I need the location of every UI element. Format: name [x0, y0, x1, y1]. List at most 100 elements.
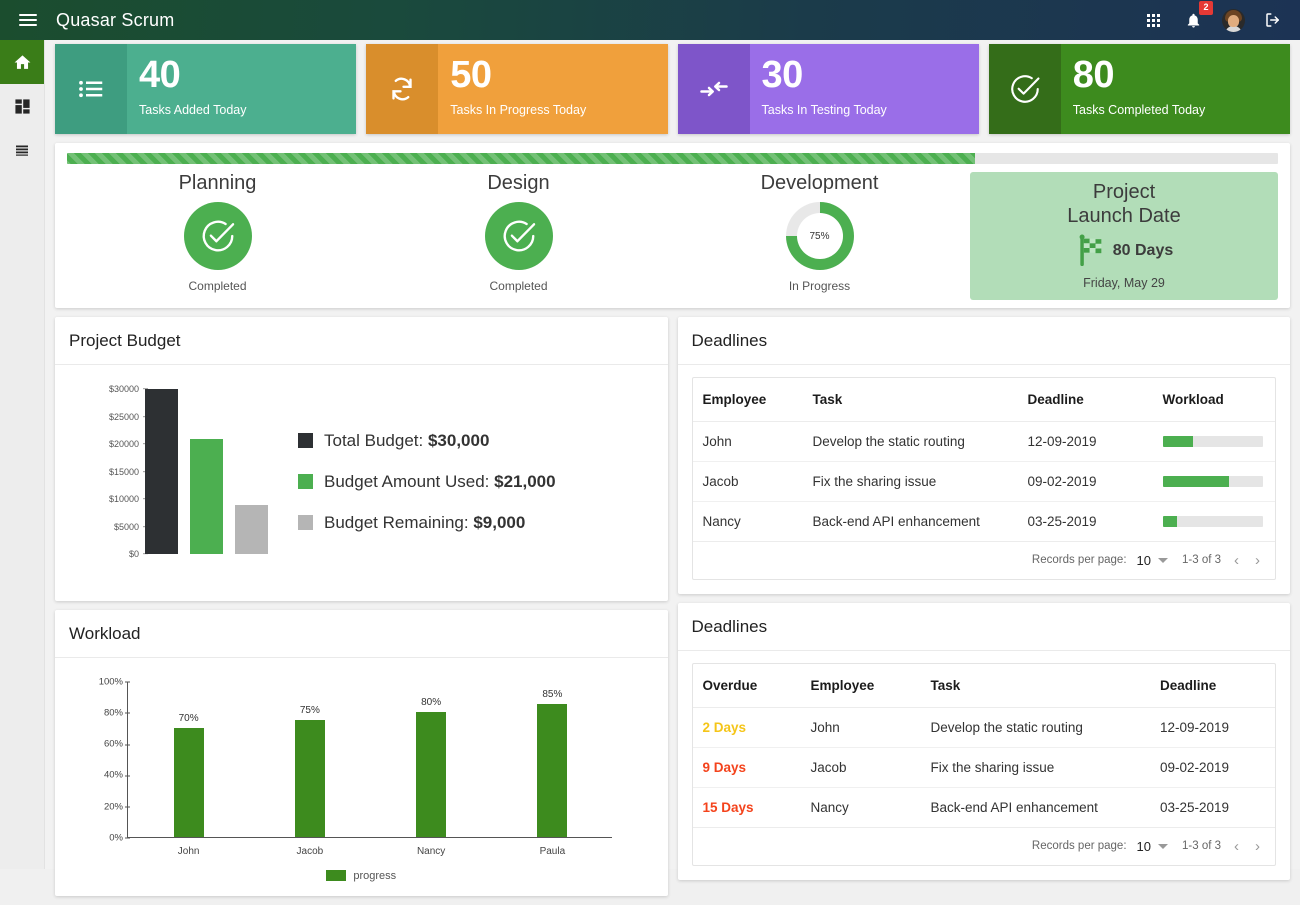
- budget-bar: [235, 504, 268, 555]
- cell-task: Back-end API enhancement: [802, 501, 1018, 542]
- apps-grid-icon: [1146, 13, 1160, 27]
- cell-deadline: 12-09-2019: [1150, 707, 1275, 748]
- sidebar-item-home[interactable]: [0, 40, 44, 84]
- table-row[interactable]: Jacob Fix the sharing issue 09-02-2019: [692, 461, 1275, 502]
- col-deadline[interactable]: Deadline: [1017, 377, 1153, 422]
- deadlines-bottom-table-box: Overdue Employee Task Deadline 2 Days Jo…: [691, 662, 1276, 866]
- sidebar-item-list[interactable]: [0, 128, 44, 172]
- kpi-body: 50 Tasks In Progress Today: [438, 44, 667, 134]
- cell-employee: John: [692, 421, 803, 462]
- col-task[interactable]: Task: [802, 377, 1018, 422]
- kpi-cards: 40 Tasks Added Today 50 Tasks In Progres…: [45, 40, 1300, 134]
- cell-overdue: 9 Days: [692, 747, 801, 788]
- phase-name: Planning: [178, 172, 257, 194]
- apps-grid-button[interactable]: [1140, 7, 1166, 33]
- cell-overdue: 15 Days: [692, 787, 801, 828]
- next-page-button[interactable]: ›: [1252, 552, 1263, 569]
- kpi-card-in-testing[interactable]: 30 Tasks In Testing Today: [677, 44, 979, 134]
- workload-card: Workload 0% 20% 40% 60% 80% 100% 70% 75% 80% 85%…: [55, 609, 668, 896]
- workload-bar-column: 85%: [492, 681, 613, 837]
- legend-text: Budget Remaining: $9,000: [324, 513, 525, 533]
- kpi-body: 30 Tasks In Testing Today: [750, 44, 979, 134]
- kpi-icon-wrap: [366, 44, 439, 134]
- launch-days: 80 Days: [1112, 241, 1174, 259]
- prev-page-button[interactable]: ‹: [1231, 552, 1242, 569]
- budget-y-tick: $30000: [109, 383, 148, 394]
- development-progress-donut: 75%: [785, 202, 854, 270]
- workload-x-label: John: [177, 845, 200, 857]
- table-row[interactable]: 15 Days Nancy Back-end API enhancement 0…: [692, 787, 1275, 828]
- cell-employee: Jacob: [692, 461, 803, 502]
- user-avatar-button[interactable]: [1220, 7, 1246, 33]
- col-employee[interactable]: Employee: [692, 377, 803, 422]
- workload-y-tick: 100%: [89, 676, 130, 687]
- table-header-row: Overdue Employee Task Deadline: [692, 663, 1275, 708]
- col-overdue[interactable]: Overdue: [692, 663, 801, 708]
- pager-range: 1-3 of 3: [1182, 554, 1221, 567]
- kpi-card-tasks-added[interactable]: 40 Tasks Added Today: [55, 44, 357, 134]
- workload-title: Workload: [55, 610, 668, 658]
- prev-page-button[interactable]: ‹: [1231, 838, 1242, 855]
- pager-range: 1-3 of 3: [1182, 840, 1221, 853]
- avatar: [1221, 8, 1245, 32]
- workload-bar-value: 75%: [299, 704, 320, 716]
- phase-complete-badge: [484, 202, 553, 270]
- table-row[interactable]: 9 Days Jacob Fix the sharing issue 09-02…: [692, 747, 1275, 788]
- sidebar-item-dashboard[interactable]: [0, 84, 44, 128]
- launch-flag-row: 80 Days: [976, 231, 1272, 271]
- kpi-icon-wrap: [988, 44, 1061, 134]
- menu-toggle-button[interactable]: [0, 11, 56, 29]
- cell-task: Develop the static routing: [920, 707, 1150, 748]
- deadlines-top-body: Employee Task Deadline Workload John Dev…: [678, 365, 1291, 594]
- deadlines-top-title: Deadlines: [677, 317, 1290, 365]
- deadlines-workload-card: Deadlines Employee Task Deadline Workloa…: [677, 316, 1291, 594]
- cell-task: Fix the sharing issue: [920, 747, 1150, 788]
- cell-task: Fix the sharing issue: [802, 461, 1018, 502]
- legend-item: Budget Amount Used: $21,000: [298, 472, 556, 492]
- workload-bar-value: 70%: [178, 712, 199, 724]
- project-budget-title: Project Budget: [55, 317, 668, 365]
- workload-bar-column: 75%: [249, 681, 370, 837]
- workload-bar-column: 80%: [371, 681, 492, 837]
- table-row[interactable]: Nancy Back-end API enhancement 03-25-201…: [692, 501, 1275, 542]
- checkered-flag-icon: [1079, 234, 1102, 266]
- table-row[interactable]: 2 Days John Develop the static routing 1…: [692, 707, 1275, 748]
- kpi-label: Tasks Completed Today: [1072, 103, 1206, 117]
- cell-overdue: 2 Days: [692, 707, 801, 748]
- col-workload[interactable]: Workload: [1152, 377, 1275, 422]
- legend-label-progress: progress: [353, 869, 397, 882]
- transfer-icon: [699, 81, 728, 97]
- cell-deadline: 03-25-2019: [1017, 501, 1153, 542]
- budget-y-tick: $25000: [109, 411, 148, 422]
- kpi-value: 30: [761, 54, 804, 96]
- chevron-down-icon: [1158, 843, 1168, 849]
- next-page-button[interactable]: ›: [1252, 838, 1263, 855]
- deadlines-top-table-box: Employee Task Deadline Workload John Dev…: [691, 376, 1276, 580]
- records-per-page-select[interactable]: 10: [1137, 553, 1168, 568]
- budget-plot-area: [145, 389, 280, 555]
- workload-bar: [173, 727, 204, 837]
- kpi-icon-wrap: [55, 44, 127, 134]
- workload-progress-bar: [1162, 475, 1263, 487]
- kpi-card-in-progress[interactable]: 50 Tasks In Progress Today: [366, 44, 668, 134]
- records-per-page-label: Records per page:: [1031, 840, 1127, 853]
- workload-progress-bar: [1162, 435, 1263, 447]
- launch-title-line1: Project: [1092, 181, 1156, 203]
- deadlines-top-table: Employee Task Deadline Workload John Dev…: [692, 377, 1275, 542]
- col-task[interactable]: Task: [920, 663, 1150, 708]
- budget-y-tick: $15000: [109, 466, 148, 477]
- notifications-button[interactable]: 2: [1180, 1, 1213, 33]
- workload-progress-bar: [1162, 515, 1263, 527]
- budget-y-tick: $5000: [114, 521, 148, 532]
- phase-status: Completed: [489, 279, 548, 293]
- notification-badge: 2: [1199, 1, 1213, 15]
- table-row[interactable]: John Develop the static routing 12-09-20…: [692, 421, 1275, 462]
- col-employee[interactable]: Employee: [800, 663, 921, 708]
- deadlines-bottom-table: Overdue Employee Task Deadline 2 Days Jo…: [692, 663, 1275, 828]
- logout-button[interactable]: [1260, 7, 1286, 33]
- kpi-card-completed[interactable]: 80 Tasks Completed Today: [988, 44, 1290, 134]
- col-deadline[interactable]: Deadline: [1150, 663, 1275, 708]
- list-icon: [79, 80, 103, 98]
- kpi-body: 40 Tasks Added Today: [127, 44, 356, 134]
- records-per-page-select[interactable]: 10: [1137, 839, 1168, 854]
